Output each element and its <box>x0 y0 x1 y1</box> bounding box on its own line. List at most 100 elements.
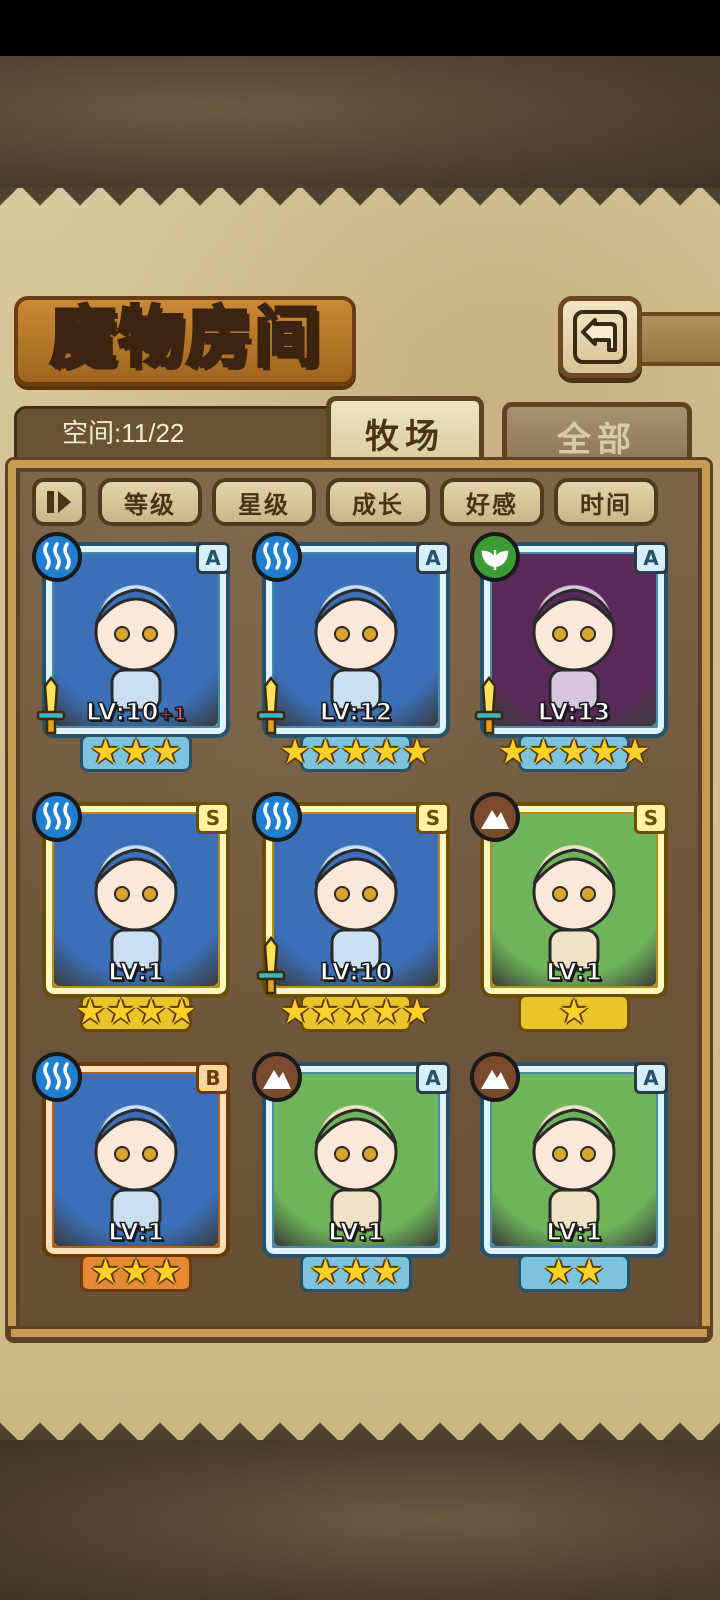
status-bar <box>0 0 720 56</box>
level-bonus: +1 <box>158 703 187 726</box>
element-badge <box>252 1052 302 1102</box>
element-badge <box>470 792 520 842</box>
star-rating: ★ ★ ★ ★ ★ <box>256 732 456 772</box>
level-value: LV:1 <box>545 957 602 987</box>
star-icon: ★ <box>340 1252 372 1292</box>
monster-level: LV:1 <box>36 1217 236 1247</box>
panel-bottom-rail <box>8 1326 710 1340</box>
star-rating: ★ <box>474 992 674 1032</box>
map-background-bottom <box>0 1440 720 1600</box>
star-icon: ★ <box>90 1252 121 1292</box>
level-value: LV:1 <box>545 1217 602 1247</box>
water-element-icon <box>263 802 291 830</box>
star-icon: ★ <box>401 732 433 772</box>
sort-level-button[interactable]: 等级 <box>98 478 202 526</box>
star-icon: ★ <box>543 1252 574 1292</box>
star-rating: ★ ★ ★ ★ ★ <box>474 732 674 772</box>
star-icon: ★ <box>371 992 402 1032</box>
star-icon: ★ <box>371 732 402 772</box>
back-button[interactable] <box>558 296 642 378</box>
nature-element-icon <box>481 550 509 571</box>
level-value: LV:10 <box>319 957 393 987</box>
star-icon: ★ <box>340 992 372 1032</box>
earth-element-icon <box>263 1070 291 1089</box>
monster-card[interactable]: S LV:1 ★ ★ ★ ★ <box>32 792 236 1032</box>
rank-badge: A <box>196 542 230 574</box>
rank-badge: A <box>634 542 668 574</box>
rank-badge: S <box>634 802 668 834</box>
level-value: LV:10 <box>85 697 159 727</box>
monster-level: LV:1 <box>474 957 674 987</box>
star-icon: ★ <box>340 732 372 772</box>
level-value: LV:13 <box>537 697 611 727</box>
rank-badge: S <box>416 802 450 834</box>
star-rating: ★ ★ ★ <box>36 1252 236 1292</box>
torn-edge-top <box>0 188 720 218</box>
sort-growth-button[interactable]: 成长 <box>326 478 430 526</box>
sort-time-button[interactable]: 时间 <box>554 478 658 526</box>
element-badge <box>470 532 520 582</box>
tab-all[interactable]: 全部 <box>502 402 692 466</box>
monster-card[interactable]: A LV:1 ★ ★ ★ <box>252 1052 456 1292</box>
back-arrow-icon <box>573 310 627 364</box>
monster-card[interactable]: S LV:10 ★ ★ ★ ★ ★ <box>252 792 456 1032</box>
sort-affection-button[interactable]: 好感 <box>440 478 544 526</box>
monster-level: LV:12 <box>256 697 456 727</box>
element-badge <box>252 532 302 582</box>
water-element-icon <box>43 542 71 570</box>
star-icon: ★ <box>279 992 311 1032</box>
star-icon: ★ <box>310 1252 341 1292</box>
sort-star-button[interactable]: 星级 <box>212 478 316 526</box>
level-value: LV:1 <box>107 1217 164 1247</box>
star-icon: ★ <box>589 732 620 772</box>
star-icon: ★ <box>120 1252 152 1292</box>
water-element-icon <box>263 542 291 570</box>
map-background-top <box>0 56 720 188</box>
monster-card[interactable]: A LV:1 ★ ★ <box>470 1052 674 1292</box>
monster-level: LV:1 <box>36 957 236 987</box>
earth-element-icon <box>481 1070 509 1089</box>
star-rating: ★ ★ <box>474 1252 674 1292</box>
star-icon: ★ <box>619 732 651 772</box>
star-icon: ★ <box>401 992 433 1032</box>
water-element-icon <box>43 802 71 830</box>
star-icon: ★ <box>558 732 590 772</box>
star-icon: ★ <box>279 732 311 772</box>
monster-card[interactable]: A LV:12 ★ ★ ★ ★ ★ <box>252 532 456 772</box>
space-capacity: 空间:11/22 <box>62 418 185 448</box>
element-badge <box>252 792 302 842</box>
star-icon: ★ <box>75 992 106 1032</box>
level-value: LV:12 <box>319 697 393 727</box>
sort-order-toggle[interactable] <box>32 478 86 526</box>
star-icon: ★ <box>136 992 167 1032</box>
monster-level: LV:1 <box>256 1217 456 1247</box>
element-badge <box>32 792 82 842</box>
monster-card[interactable]: A LV:13 ★ ★ ★ ★ ★ <box>470 532 674 772</box>
star-rating: ★ ★ ★ <box>36 732 236 772</box>
monster-card[interactable]: A LV:10+1 ★ ★ ★ <box>32 532 236 772</box>
star-rating: ★ ★ ★ <box>256 1252 456 1292</box>
element-badge <box>470 1052 520 1102</box>
monster-level: LV:1 <box>474 1217 674 1247</box>
sort-toggle-icon <box>47 491 71 513</box>
star-rating: ★ ★ ★ ★ ★ <box>256 992 456 1032</box>
rank-badge: A <box>416 1062 450 1094</box>
back-rail <box>636 312 720 366</box>
monster-card[interactable]: S LV:1 ★ <box>470 792 674 1032</box>
element-badge <box>32 532 82 582</box>
star-icon: ★ <box>105 992 136 1032</box>
star-icon: ★ <box>151 1252 182 1292</box>
star-icon: ★ <box>90 732 121 772</box>
monster-card[interactable]: B LV:1 ★ ★ ★ <box>32 1052 236 1292</box>
star-icon: ★ <box>151 732 182 772</box>
star-icon: ★ <box>371 1252 402 1292</box>
level-value: LV:1 <box>107 957 164 987</box>
star-icon: ★ <box>310 992 341 1032</box>
tab-pasture[interactable]: 牧场 <box>326 396 484 466</box>
monster-level: LV:10 <box>256 957 456 987</box>
earth-element-icon <box>481 810 509 829</box>
page-title: 魔物房间 <box>49 297 322 378</box>
star-rating: ★ ★ ★ ★ <box>36 992 236 1032</box>
element-badge <box>32 1052 82 1102</box>
water-element-icon <box>43 1062 71 1090</box>
